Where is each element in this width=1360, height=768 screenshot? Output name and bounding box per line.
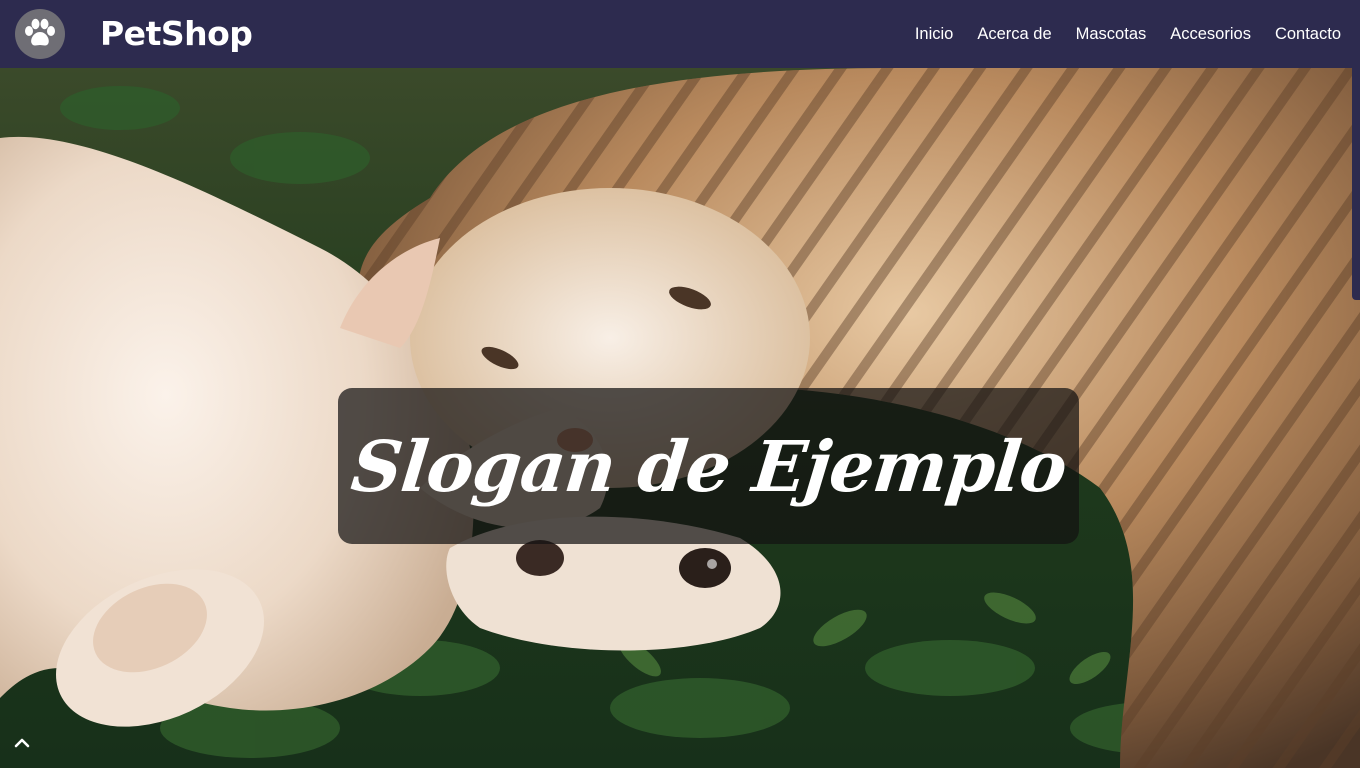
nav-link-contacto[interactable]: Contacto <box>1275 25 1341 44</box>
slogan-box: Slogan de Ejemplo <box>338 388 1079 544</box>
slogan-text: Slogan de Ejemplo <box>347 424 1070 508</box>
chevron-up-icon <box>14 738 30 748</box>
nav-link-accesorios[interactable]: Accesorios <box>1170 25 1251 44</box>
nav-menu: Inicio Acerca de Mascotas Accesorios Con… <box>891 0 1341 68</box>
nav-link-acerca-de[interactable]: Acerca de <box>977 25 1051 44</box>
brand-name[interactable]: PetShop <box>100 14 253 54</box>
navbar: PetShop Inicio Acerca de Mascotas Acceso… <box>0 0 1360 68</box>
scrollbar-thumb[interactable] <box>1352 68 1360 300</box>
hero-section: Slogan de Ejemplo <box>0 68 1360 768</box>
nav-link-inicio[interactable]: Inicio <box>915 25 954 44</box>
logo[interactable] <box>15 9 65 59</box>
scroll-to-top-button[interactable] <box>10 728 34 756</box>
paw-icon <box>25 18 55 46</box>
page: PetShop Inicio Acerca de Mascotas Acceso… <box>0 0 1360 768</box>
nav-link-mascotas[interactable]: Mascotas <box>1076 25 1147 44</box>
